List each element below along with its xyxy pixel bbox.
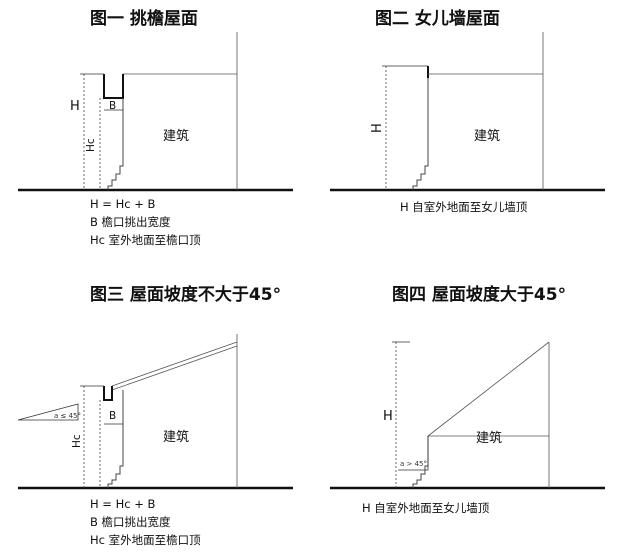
panel-4-angle-marker: a > 45° xyxy=(398,436,429,471)
panel-1: 图一 挑檐屋面 H Hc B 建筑 H = Hc + B B 檐口挑出宽度 Hc… xyxy=(18,8,293,247)
panel-4-building xyxy=(412,341,550,488)
panel-4-angle-label: a > 45° xyxy=(400,460,427,468)
panel-1-eaves-gutter xyxy=(103,74,124,99)
panel-1-h-label: H xyxy=(70,99,80,114)
panel-3-building-label: 建筑 xyxy=(163,429,189,445)
panel-3: 图三 屋面坡度不大于45° a ≤ 45° Hc B 建筑 H = Hc + B… xyxy=(17,284,293,547)
panel-2-title: 图二 女儿墙屋面 xyxy=(375,8,500,29)
panel-4-building-label: 建筑 xyxy=(476,430,502,446)
panel-1-b-label: B xyxy=(109,100,116,112)
panel-1-note-2: B 檐口挑出宽度 xyxy=(90,215,171,229)
panel-3-title: 图三 屋面坡度不大于45° xyxy=(90,284,281,305)
panel-2-building-label: 建筑 xyxy=(474,128,500,144)
panel-3-hc-label: Hc xyxy=(71,434,83,448)
panel-2-building xyxy=(412,32,544,190)
panel-1-hc-label: Hc xyxy=(85,138,97,152)
panel-1-note-3: Hc 室外地面至檐口顶 xyxy=(90,233,201,247)
panel-3-note-2: B 檐口挑出宽度 xyxy=(90,515,171,529)
panel-3-angle-marker: a ≤ 45° xyxy=(17,403,81,421)
panel-3-angle-label: a ≤ 45° xyxy=(54,412,81,420)
panel-4-h-label: H xyxy=(383,409,393,424)
panel-3-note-3: Hc 室外地面至檐口顶 xyxy=(90,533,201,547)
panel-2-front-wall xyxy=(412,78,429,190)
panel-1-building xyxy=(103,32,238,190)
panel-3-building xyxy=(103,334,238,488)
panel-3-slope-roof-top xyxy=(111,341,238,387)
panel-4-slope-roof xyxy=(427,341,550,437)
panel-1-building-label: 建筑 xyxy=(163,128,189,144)
panel-3-slope-roof-bottom xyxy=(111,345,238,391)
panel-1-note-1: H = Hc + B xyxy=(90,197,156,211)
panel-4-title: 图四 屋面坡度大于45° xyxy=(392,284,566,305)
panel-3-eaves-gutter xyxy=(103,386,113,401)
panel-3-front-wall xyxy=(107,390,124,488)
panel-2: 图二 女儿墙屋面 H 建筑 H 自室外地面至女儿墙顶 xyxy=(330,8,605,214)
panel-2-note-1: H 自室外地面至女儿墙顶 xyxy=(400,200,528,214)
panel-3-note-1: H = Hc + B xyxy=(90,497,156,511)
panel-4: 图四 屋面坡度大于45° a > 45° H 建筑 H 自室外地面至女儿墙顶 xyxy=(330,284,605,515)
panel-3-b-label: B xyxy=(109,410,116,422)
panel-1-title: 图一 挑檐屋面 xyxy=(90,8,198,29)
diagram-canvas: 图一 挑檐屋面 H Hc B 建筑 H = Hc + B B 檐口挑出宽度 Hc… xyxy=(17,8,605,547)
panel-4-note-1: H 自室外地面至女儿墙顶 xyxy=(362,501,490,515)
panel-2-h-label: H xyxy=(370,123,385,133)
